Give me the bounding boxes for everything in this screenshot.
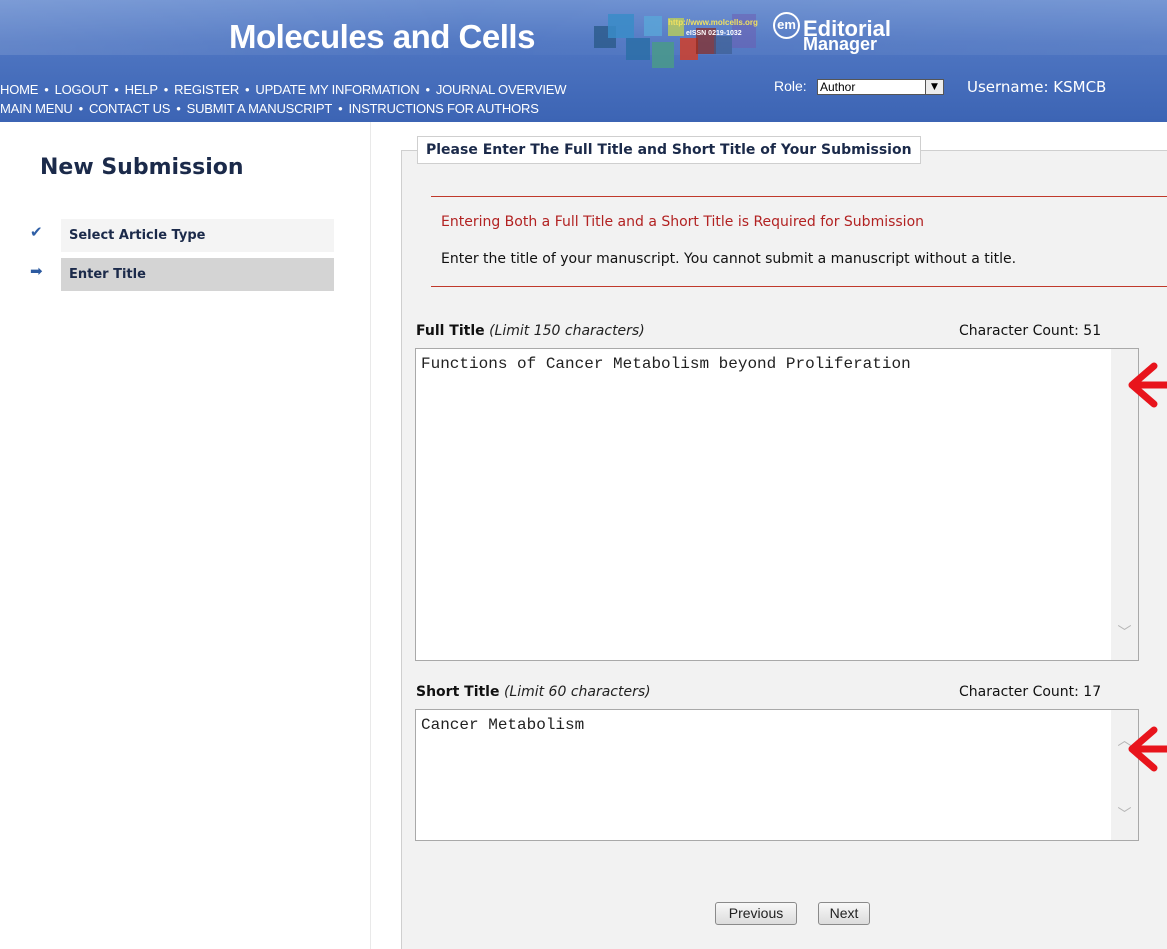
short-title-char-count: Character Count: 17 (959, 684, 1102, 700)
full-title-label-text: Full Title (416, 323, 485, 339)
nav-separator: • (163, 82, 169, 97)
previous-button[interactable]: Previous (715, 902, 797, 925)
short-title-textarea[interactable]: Cancer Metabolism ︿ ﹀ (415, 709, 1139, 841)
nav-submit-manuscript-link[interactable]: SUBMIT A MANUSCRIPT (187, 101, 333, 116)
nav-separator: • (176, 101, 181, 116)
role-select[interactable]: Author ▼ (817, 79, 944, 95)
top-nav-row-1: HOME • LOGOUT • HELP • REGISTER • UPDATE MY INFO… (0, 82, 566, 97)
page-title: New Submission (40, 155, 244, 180)
role-select-value: Author (820, 80, 856, 94)
required-notice: Entering Both a Full Title and a Short T… (441, 214, 925, 230)
nav-home-link[interactable]: HOME (0, 82, 38, 97)
nav-register-link[interactable]: REGISTER (174, 82, 239, 97)
full-title-value: Functions of Cancer Metabolism beyond Pr… (421, 355, 911, 373)
journal-title: Molecules and Cells (229, 18, 535, 55)
nav-separator: • (44, 82, 49, 97)
chevron-down-icon[interactable]: ▼ (925, 80, 943, 94)
instruction-notice: Enter the title of your manuscript. You … (441, 251, 1017, 267)
cover-issn: eISSN 0219-1032 (686, 30, 742, 37)
form-legend: Please Enter The Full Title and Short Ti… (417, 136, 921, 164)
nav-separator: • (338, 101, 343, 116)
checkmark-icon: ✔ (30, 223, 43, 241)
short-title-limit: (Limit 60 characters) (503, 684, 651, 700)
nav-contact-us-link[interactable]: CONTACT US (89, 101, 171, 116)
username-display: Username: KSMCB (967, 78, 1107, 96)
nav-logout-link[interactable]: LOGOUT (55, 82, 109, 97)
step-select-article-type[interactable]: Select Article Type (61, 219, 334, 252)
next-button[interactable]: Next (818, 902, 870, 925)
em-badge: em (773, 12, 800, 39)
nav-separator: • (78, 101, 84, 116)
nav-main-menu-link[interactable]: MAIN MENU (0, 101, 73, 116)
short-title-value: Cancer Metabolism (421, 716, 585, 734)
top-nav-row-2: MAIN MENU • CONTACT US • SUBMIT A MANUSCRIPT… (0, 101, 539, 116)
notice-box (431, 196, 1167, 287)
arrow-right-icon: ➡ (30, 262, 43, 280)
nav-instructions-link[interactable]: INSTRUCTIONS FOR AUTHORS (348, 101, 538, 116)
chevron-down-icon[interactable]: ﹀ (1111, 804, 1138, 824)
nav-separator: • (114, 82, 119, 97)
site-header: http://www.molcells.org eISSN 0219-1032 … (0, 0, 1167, 122)
nav-update-info-link[interactable]: UPDATE MY INFORMATION (255, 82, 419, 97)
nav-separator: • (245, 82, 250, 97)
em-word-manager: Manager (803, 34, 878, 54)
full-title-textarea[interactable]: Functions of Cancer Metabolism beyond Pr… (415, 348, 1139, 661)
full-title-char-count: Character Count: 51 (959, 323, 1102, 339)
step-enter-title[interactable]: Enter Title (61, 258, 334, 291)
role-label: Role: (774, 78, 807, 94)
panel-border (401, 150, 402, 949)
full-title-label: Full Title (Limit 150 characters) (416, 323, 645, 339)
cover-url: http://www.molcells.org (668, 18, 758, 27)
short-title-label: Short Title (Limit 60 characters) (416, 684, 651, 700)
full-title-limit: (Limit 150 characters) (489, 323, 645, 339)
annotation-arrow-icon (1128, 726, 1167, 772)
sidebar-divider (370, 122, 371, 949)
nav-separator: • (425, 82, 430, 97)
nav-journal-overview-link[interactable]: JOURNAL OVERVIEW (436, 82, 567, 97)
nav-help-link[interactable]: HELP (125, 82, 158, 97)
annotation-arrow-icon (1128, 362, 1167, 408)
short-title-label-text: Short Title (416, 684, 500, 700)
chevron-down-icon[interactable]: ﹀ (1111, 622, 1138, 642)
